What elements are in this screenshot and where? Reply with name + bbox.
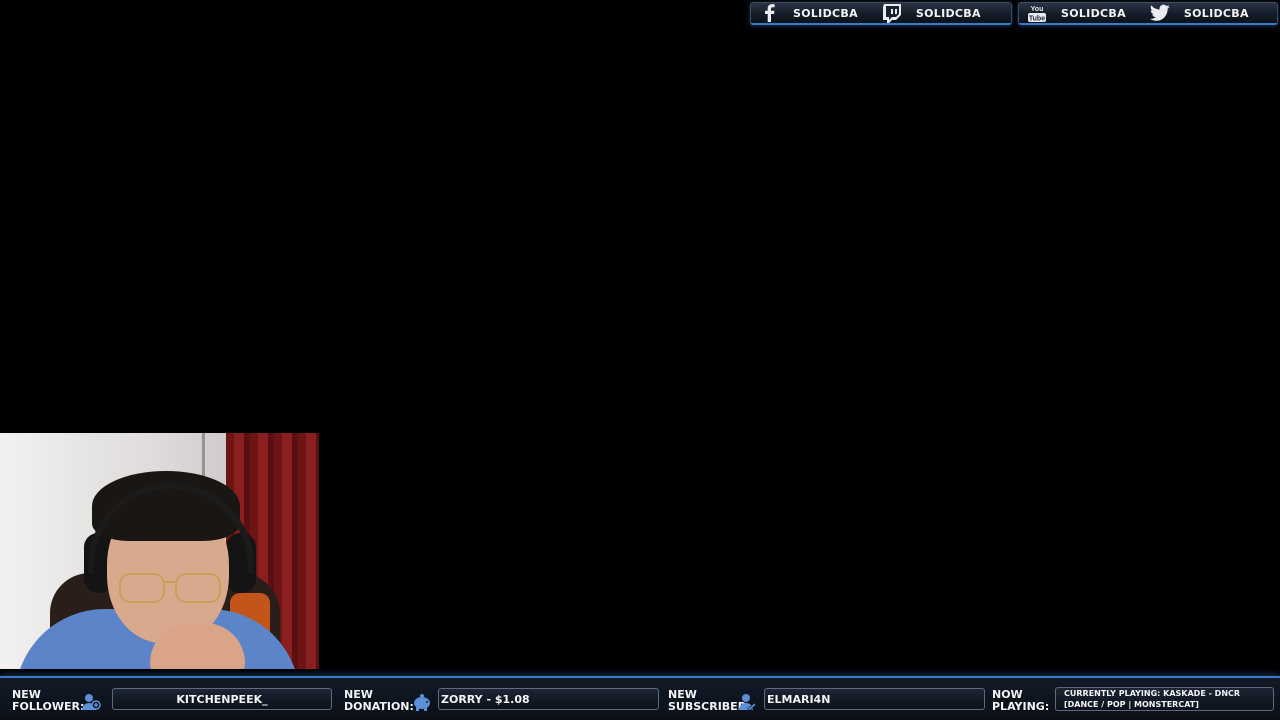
now-playing-label: NOW PLAYING: (992, 689, 1049, 712)
piggy-bank-icon (412, 692, 432, 712)
webcam-feed (0, 433, 319, 669)
social-label-twitch: SOLIDCBA (915, 6, 981, 20)
new-donation-label: NEW DONATION: (344, 689, 414, 712)
social-item-facebook[interactable]: SOLIDCBA (759, 3, 858, 23)
social-item-youtube[interactable]: You Tube SOLIDCBA (1027, 3, 1126, 23)
now-playing-value: CURRENTLY PLAYING: KASKADE - DNCR [DANCE… (1055, 687, 1274, 711)
social-bar: SOLIDCBA SOLIDCBA You Tube SOLIDCBA SOLI… (750, 2, 1278, 25)
social-label-youtube: SOLIDCBA (1061, 6, 1126, 20)
youtube-icon: You Tube (1027, 3, 1047, 23)
new-follower-value: KITCHENPEEK_ (112, 688, 332, 710)
new-donation-label-line2: DONATION: (344, 699, 414, 713)
new-subscriber-value: ELMARI4N (764, 688, 985, 710)
new-follower-label-line1: NEW (12, 688, 41, 701)
social-label-twitter: SOLIDCBA (1183, 6, 1249, 20)
now-playing-label-line1: NOW (992, 688, 1023, 701)
twitch-icon (882, 3, 902, 23)
stream-overlay: SOLIDCBA SOLIDCBA You Tube SOLIDCBA SOLI… (0, 0, 1280, 720)
user-check-icon (737, 692, 757, 712)
user-add-icon (81, 692, 101, 712)
twitter-icon (1149, 3, 1170, 23)
youtube-icon-text-top: You (1031, 6, 1044, 13)
social-item-twitter[interactable]: SOLIDCBA (1149, 3, 1249, 23)
social-group-right: You Tube SOLIDCBA SOLIDCBA (1018, 2, 1278, 25)
alert-bar: NEW FOLLOWER: KITCHENPEEK_ NEW DONATION: (0, 676, 1280, 720)
social-item-twitch[interactable]: SOLIDCBA (882, 3, 981, 23)
new-donation-value: ZORRY - $1.08 (438, 688, 659, 710)
youtube-icon-text-bottom: Tube (1029, 16, 1045, 23)
now-playing-label-line2: PLAYING: (992, 699, 1050, 713)
new-donation-label-line1: NEW (344, 688, 373, 701)
social-label-facebook: SOLIDCBA (793, 6, 858, 20)
new-follower-label-line2: FOLLOWER: (12, 699, 85, 713)
social-group-left: SOLIDCBA SOLIDCBA (750, 2, 1012, 25)
facebook-icon (759, 3, 779, 23)
new-follower-label: NEW FOLLOWER: (12, 689, 84, 712)
